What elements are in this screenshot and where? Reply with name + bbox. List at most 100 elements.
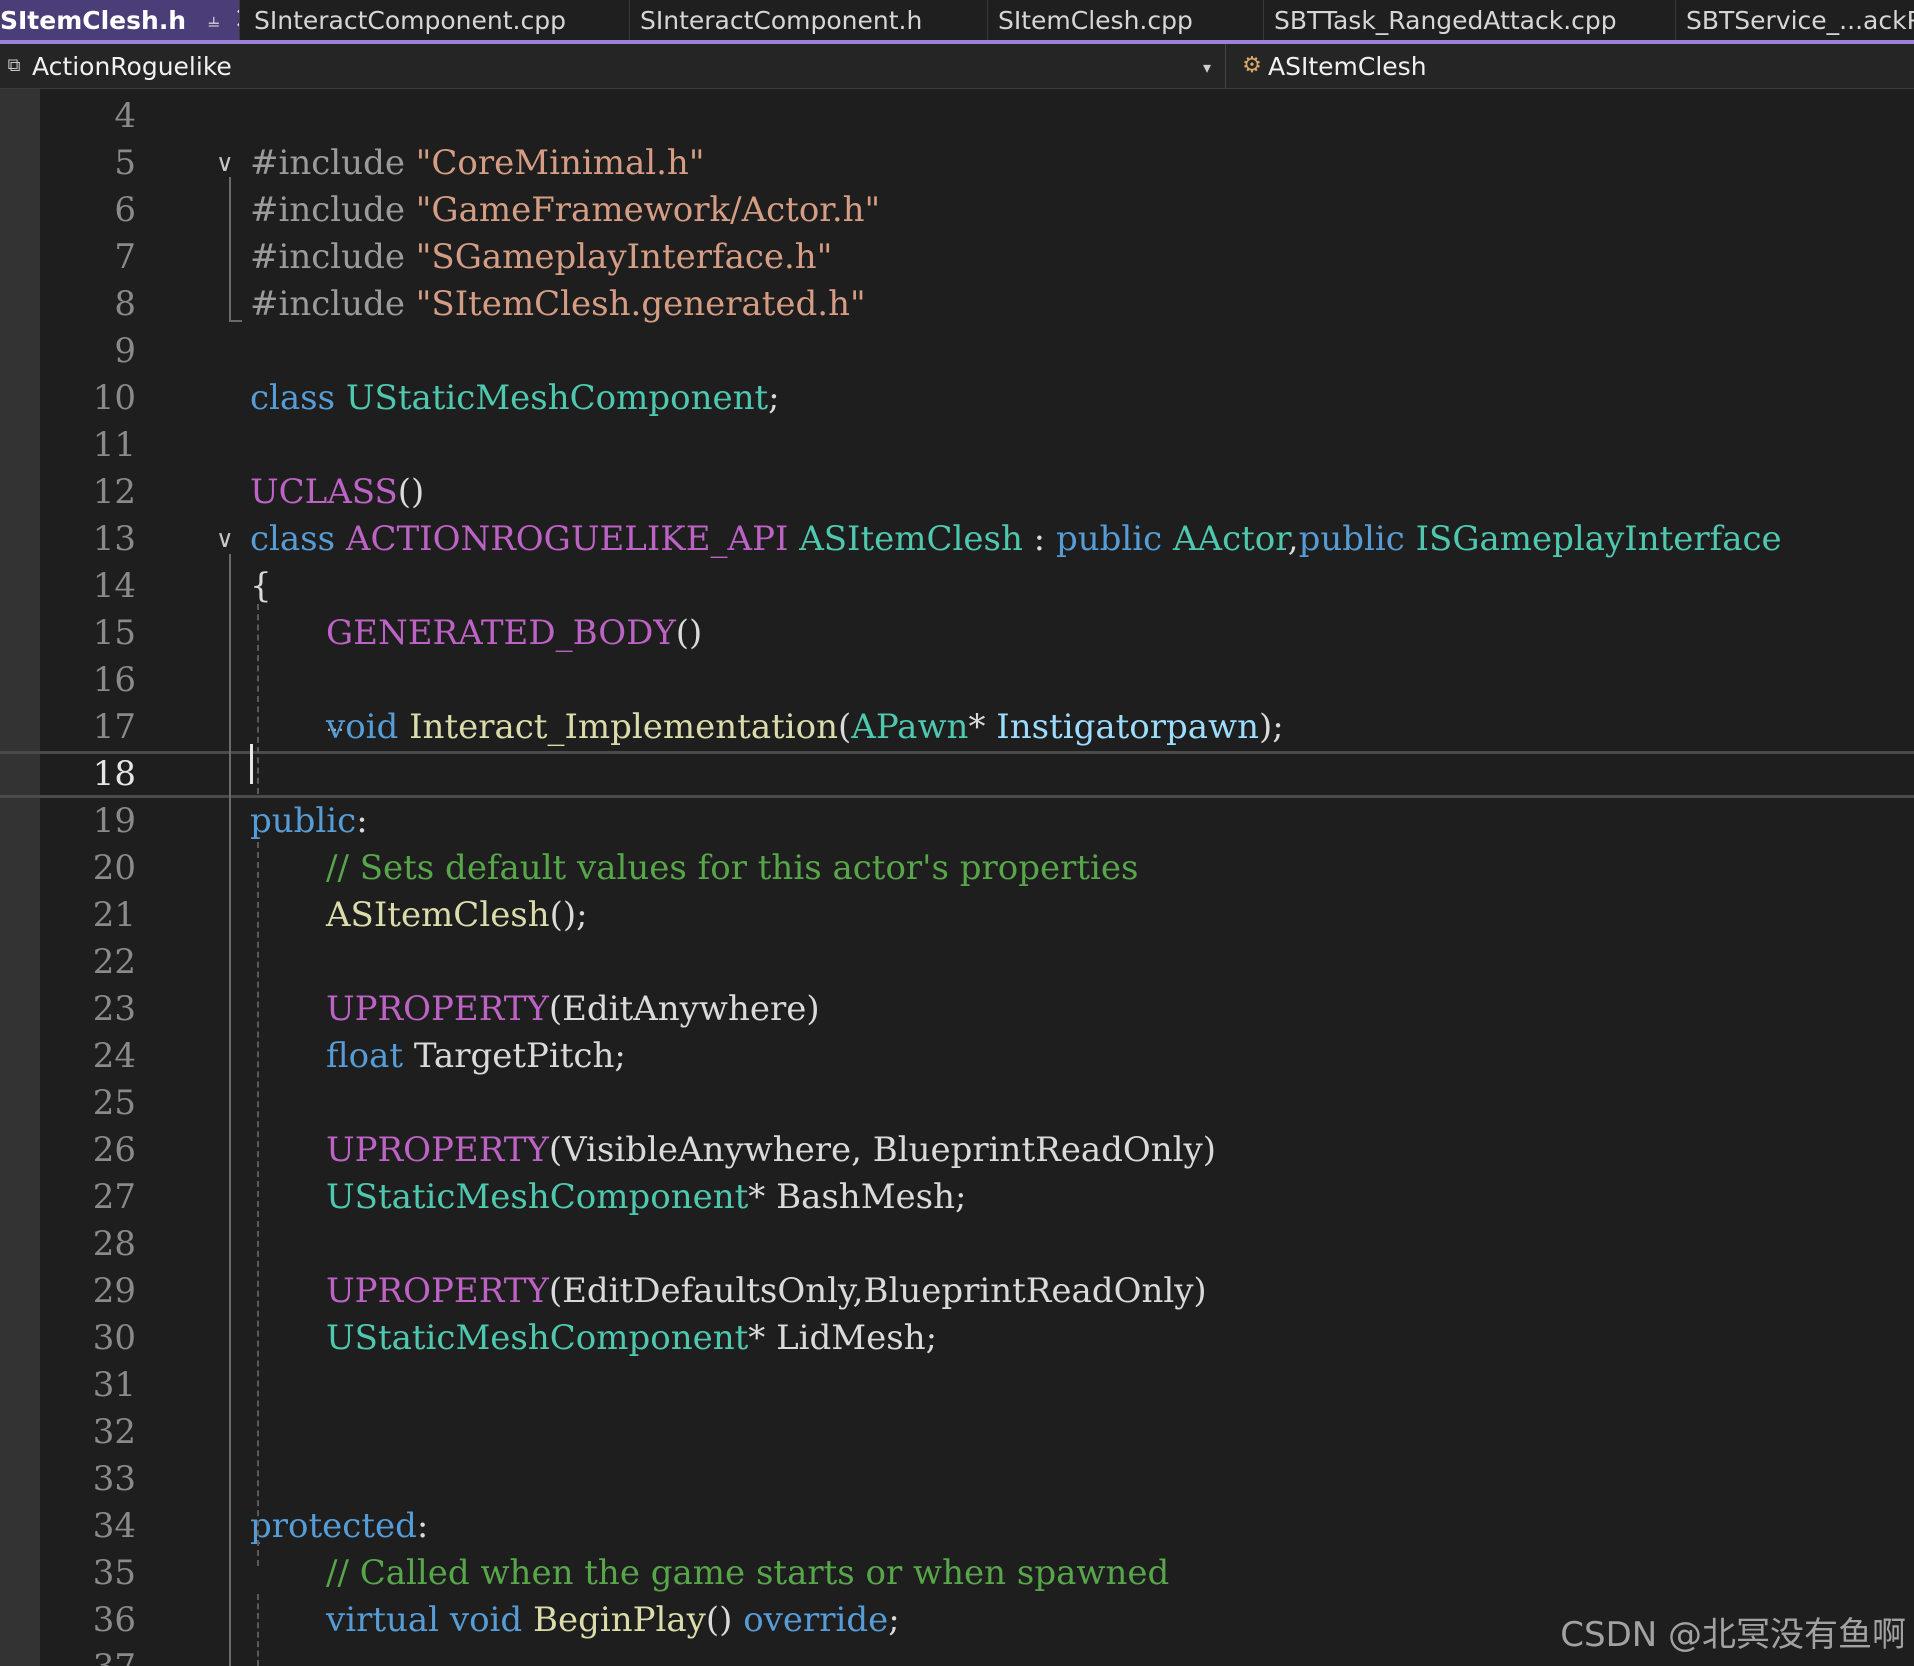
include-block-guide — [229, 177, 231, 321]
code-token: "SItemClesh.generated.h" — [415, 284, 866, 324]
code-token: #include — [250, 143, 416, 183]
tab-sinteractcomponent-h[interactable]: SInteractComponent.h — [630, 0, 988, 40]
code-line[interactable]: 8 #include "SItemClesh.generated.h" — [0, 281, 1914, 328]
code-token: void — [449, 1600, 533, 1640]
code-line[interactable]: 22 — [0, 939, 1914, 986]
code-token: (VisibleAnywhere, BlueprintReadOnly) — [548, 1130, 1216, 1170]
code-text: // Called when the game starts or when s… — [326, 1550, 1169, 1597]
code-token: ASItemClesh — [326, 895, 550, 935]
code-token: ISGameplayInterface — [1415, 519, 1782, 559]
code-line[interactable]: 4 — [0, 93, 1914, 140]
tab-sbtservice[interactable]: SBTService_...ackRa — [1676, 0, 1914, 40]
code-text: public: — [250, 798, 368, 845]
line-number: 34 — [92, 1506, 136, 1546]
line-number: 31 — [92, 1365, 136, 1405]
tab-sinteractcomponent-cpp[interactable]: SInteractComponent.cpp — [244, 0, 630, 40]
code-token: virtual — [326, 1600, 450, 1640]
code-text: { — [250, 563, 272, 610]
line-number: 20 — [92, 848, 136, 888]
code-token: public — [1298, 519, 1416, 559]
tab-sitemclesh-cpp[interactable]: SItemClesh.cpp — [988, 0, 1264, 40]
code-line[interactable]: 10 class UStaticMeshComponent; — [0, 375, 1914, 422]
tab-sbttask-rangedattack-cpp[interactable]: SBTTask_RangedAttack.cpp — [1264, 0, 1676, 40]
code-token: * — [968, 707, 997, 747]
code-text: UPROPERTY(EditAnywhere) — [326, 986, 820, 1033]
code-text: class UStaticMeshComponent; — [250, 375, 780, 422]
tab-label: SInteractComponent.h — [640, 5, 923, 35]
code-text: #include "CoreMinimal.h" — [250, 140, 704, 187]
code-line[interactable]: 23 UPROPERTY(EditAnywhere) — [0, 986, 1914, 1033]
code-line[interactable]: 30 UStaticMeshComponent* LidMesh; — [0, 1315, 1914, 1362]
code-line[interactable]: 28 — [0, 1221, 1914, 1268]
code-token: // Called when the game starts or when s… — [326, 1553, 1170, 1593]
code-token: float — [326, 1036, 414, 1076]
code-line[interactable]: 35 // Called when the game starts or when… — [0, 1550, 1914, 1597]
code-token: ; — [888, 1600, 900, 1640]
code-line[interactable]: 7 #include "SGameplayInterface.h" — [0, 234, 1914, 281]
project-icon: ⧉ — [7, 55, 21, 76]
code-token: #include — [250, 237, 416, 277]
code-line[interactable]: 16 — [0, 657, 1914, 704]
code-text: class ACTIONROGUELIKE_API ASItemClesh : … — [250, 516, 1782, 563]
watermark-text: CSDN @北冥没有鱼啊 — [1560, 1615, 1906, 1655]
close-icon[interactable]: ✕ — [233, 5, 239, 35]
line-number: 8 — [114, 284, 136, 324]
code-token: // Sets default values for this actor's … — [326, 848, 1139, 888]
code-line[interactable]: 5 ∨ #include "CoreMinimal.h" — [0, 140, 1914, 187]
code-text: UStaticMeshComponent* LidMesh; — [326, 1315, 937, 1362]
code-line[interactable]: 18 — [0, 751, 1914, 798]
line-number: 5 — [114, 143, 136, 183]
code-line[interactable]: 11 — [0, 422, 1914, 469]
tab-sitemclesh-h[interactable]: SItemClesh.h ⫨ ✕ — [0, 0, 240, 40]
code-token: Interact_Implementation — [409, 707, 838, 747]
code-token: * LidMesh; — [748, 1318, 938, 1358]
code-text: GENERATED_BODY() — [326, 610, 702, 657]
code-line[interactable]: 19 public: — [0, 798, 1914, 845]
code-line[interactable]: 26 UPROPERTY(VisibleAnywhere, BlueprintRe… — [0, 1127, 1914, 1174]
code-line[interactable]: 14 { — [0, 563, 1914, 610]
navigation-bar: ⧉ ActionRoguelike ▾ ⚙ ASItemClesh — [0, 44, 1914, 89]
code-line[interactable]: 24 float TargetPitch; — [0, 1033, 1914, 1080]
indent-guide-1 — [257, 604, 259, 794]
code-token: * BashMesh; — [748, 1177, 967, 1217]
code-line[interactable]: 32 — [0, 1409, 1914, 1456]
code-line[interactable]: 31 — [0, 1362, 1914, 1409]
code-token: "CoreMinimal.h" — [415, 143, 705, 183]
code-line[interactable]: 21 ASItemClesh(); — [0, 892, 1914, 939]
line-number: 33 — [92, 1459, 136, 1499]
tab-label: SItemClesh.h — [0, 5, 187, 35]
code-line[interactable]: 12 UCLASS() — [0, 469, 1914, 516]
code-editor[interactable]: 4 5 ∨ #include "CoreMinimal.h" 6 #include "Ga… — [0, 89, 1914, 1666]
code-line[interactable]: 9 — [0, 328, 1914, 375]
code-line[interactable]: 33 — [0, 1456, 1914, 1503]
tab-label: SItemClesh.cpp — [998, 5, 1193, 35]
code-line[interactable]: 15 GENERATED_BODY() — [0, 610, 1914, 657]
line-number: 23 — [92, 989, 136, 1029]
code-line[interactable]: 13 ∨ class ACTIONROGUELIKE_API ASItemClesh… — [0, 516, 1914, 563]
line-number: 32 — [92, 1412, 136, 1452]
code-token: UStaticMeshComponent — [326, 1318, 749, 1358]
line-number: 6 — [114, 190, 136, 230]
line-number: 15 — [92, 613, 136, 653]
line-number: 21 — [92, 895, 136, 935]
code-token: UStaticMeshComponent — [345, 378, 769, 418]
code-line[interactable]: 20 // Sets default values for this actor'… — [0, 845, 1914, 892]
pin-icon[interactable]: ⫨ — [208, 8, 219, 32]
code-token: (EditDefaultsOnly,BlueprintReadOnly) — [548, 1271, 1207, 1311]
code-token: override — [743, 1600, 889, 1640]
scope-dropdown[interactable]: ⚙ ASItemClesh — [1238, 44, 1426, 88]
code-line[interactable]: 6 #include "GameFramework/Actor.h" — [0, 187, 1914, 234]
code-line[interactable]: 25 — [0, 1080, 1914, 1127]
project-dropdown[interactable]: ⧉ ActionRoguelike ▾ — [0, 44, 1226, 88]
indent-guide-2 — [257, 842, 259, 1566]
code-line[interactable]: 27 UStaticMeshComponent* BashMesh; — [0, 1174, 1914, 1221]
code-token: class — [250, 519, 346, 559]
code-token: ( — [838, 707, 852, 747]
code-line[interactable]: 34 protected: — [0, 1503, 1914, 1550]
indent-guide-3 — [257, 1594, 259, 1666]
code-token: ; — [768, 378, 780, 418]
code-token: ASItemClesh — [799, 519, 1023, 559]
code-line[interactable]: 17 void Interact_Implementation(APawn* In… — [0, 704, 1914, 751]
line-number: 29 — [92, 1271, 136, 1311]
code-line[interactable]: 29 UPROPERTY(EditDefaultsOnly,BlueprintRe… — [0, 1268, 1914, 1315]
